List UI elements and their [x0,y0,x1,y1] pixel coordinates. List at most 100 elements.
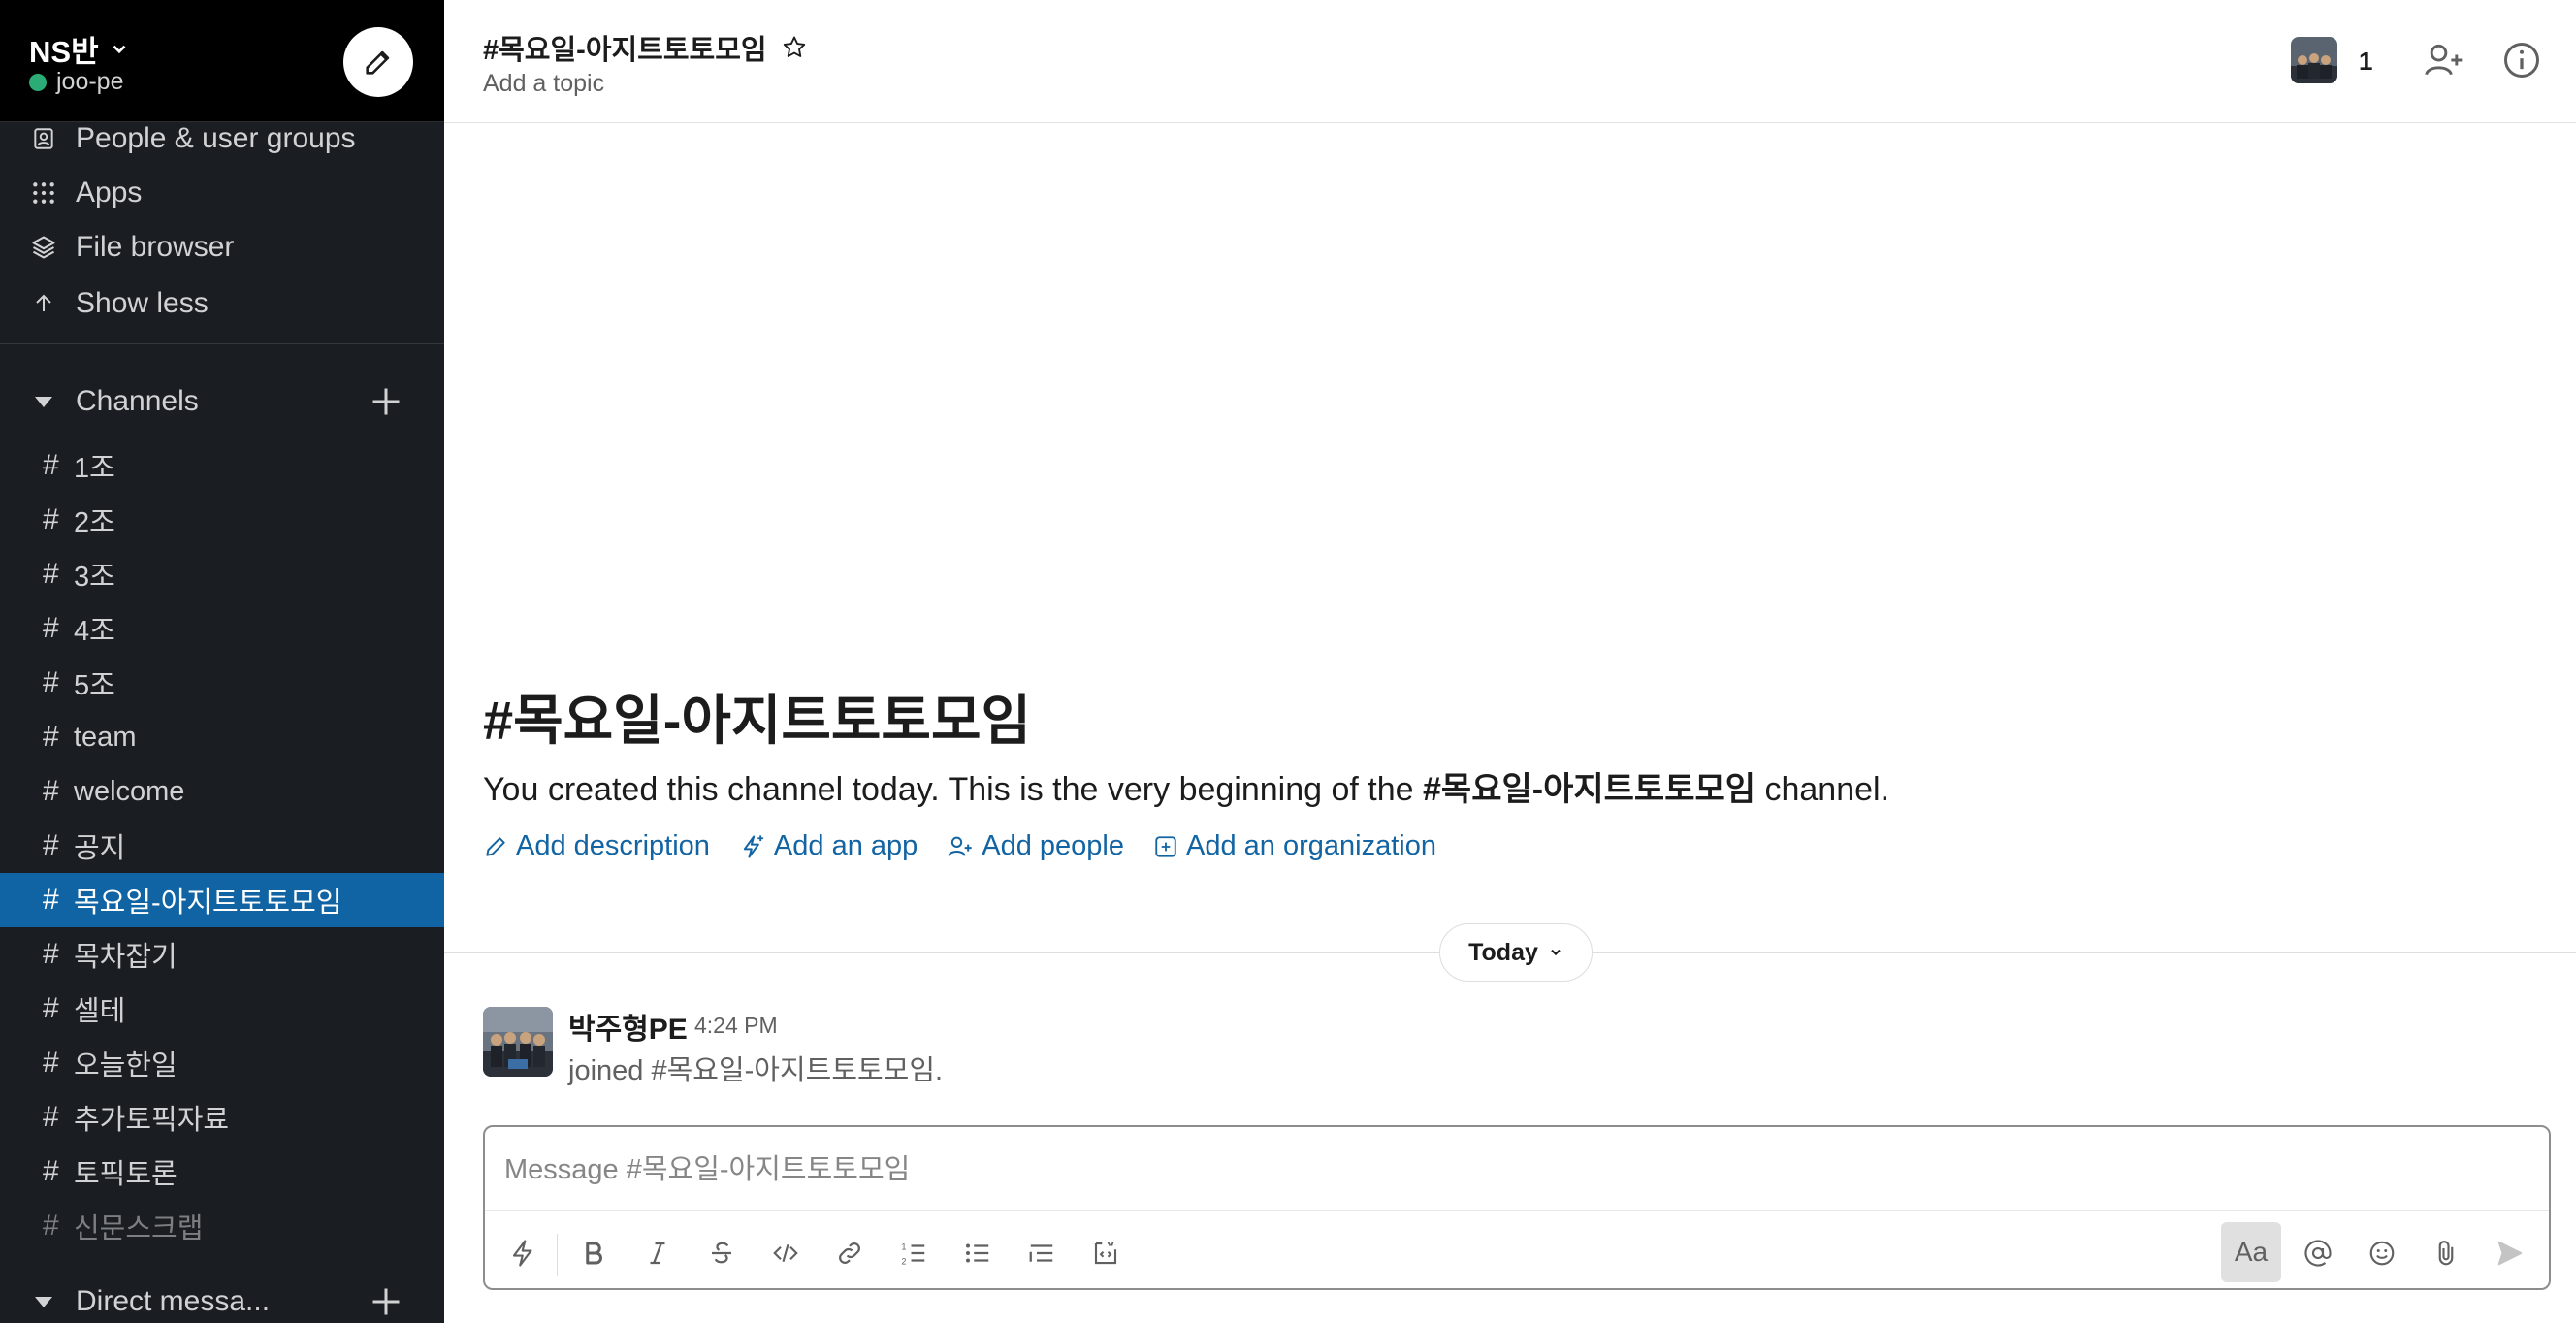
message-avatar[interactable] [483,1007,553,1077]
apps-grid-icon [29,178,58,208]
message-author[interactable]: 박주형PE [568,1005,688,1048]
workspace-name[interactable]: NS반 [29,27,130,71]
add-organization-button[interactable]: Add an organization [1153,830,1436,862]
hash-icon: # [43,884,59,916]
ordered-list-button[interactable]: 12 [888,1228,939,1278]
hash-icon: # [43,938,59,970]
channels-section-label: Channels [76,385,199,417]
sidebar-channel-item[interactable]: # team [0,710,444,764]
hash-icon: # [43,1047,59,1079]
lightning-plus-icon [743,834,763,857]
channel-name: team [74,721,137,753]
pencil-icon [486,836,505,856]
message-body: joined #목요일-아지트토토모임. [568,1055,944,1086]
intro-text-after: channel. [1755,771,1890,808]
emoji-button[interactable] [2357,1228,2407,1278]
sidebar-channel-item[interactable]: #3조 [0,547,444,601]
hash-icon: # [43,558,59,590]
add-people-button[interactable]: Add people [947,830,1124,862]
sidebar-channel-item[interactable]: # 공지 [0,819,444,873]
hash-icon: # [43,1155,59,1187]
sidebar-divider [0,343,444,344]
add-member-icon[interactable] [2423,39,2465,81]
attach-button[interactable] [2421,1228,2471,1278]
hash-icon: # [43,992,59,1024]
channel-name: 추가토픽자료 [74,1105,230,1136]
star-icon[interactable] [781,34,808,61]
sidebar-channel-item[interactable]: # 토픽토론 [0,1145,444,1199]
add-app-button[interactable]: Add an app [739,830,918,862]
date-divider-button[interactable]: Today [1439,923,1593,982]
add-dm-icon[interactable] [369,1284,403,1319]
link-button[interactable] [824,1228,875,1278]
composer-divider [485,1210,2549,1211]
code-block-button[interactable] [1080,1228,1131,1278]
formatting-toggle-button[interactable]: Aa [2221,1222,2281,1282]
hash-icon: # [43,775,59,807]
italic-button[interactable] [632,1228,683,1278]
strikethrough-button[interactable] [696,1228,747,1278]
send-button[interactable] [2485,1228,2535,1278]
sidebar-channel-item[interactable]: # 추가토픽자료 [0,1090,444,1145]
hash-icon: # [43,1210,59,1242]
nav-file-browser-label: File browser [76,231,235,263]
sidebar-channel-item[interactable]: # 셀테 [0,982,444,1036]
add-app-label: Add an app [773,830,918,861]
sidebar-channel-item[interactable]: # 목요일-아지트토토모임 [0,873,444,927]
sidebar-channel-item[interactable]: # 오늘한일 [0,1036,444,1090]
code-button[interactable] [760,1228,811,1278]
blockquote-button[interactable] [1016,1228,1067,1278]
sidebar-channel-item[interactable]: # welcome [0,764,444,819]
hash-icon: # [43,666,59,698]
workspace-header[interactable]: NS반 joo-pe [0,0,444,122]
code-icon [773,1243,798,1263]
bold-icon [586,1242,602,1265]
message-input[interactable] [504,1146,2522,1193]
message-timestamp[interactable]: 4:24 PM [694,1013,778,1039]
dm-section-header[interactable]: Direct messa... [0,1275,444,1323]
nav-apps-label: Apps [76,177,143,209]
info-icon[interactable] [2500,39,2543,81]
nav-apps[interactable]: Apps [0,167,444,219]
emoji-icon [2369,1241,2395,1266]
caret-down-icon [35,396,52,407]
ordered-list-icon: 12 [902,1242,925,1266]
compose-button[interactable] [343,27,413,97]
compose-icon [366,50,390,75]
channels-section-header[interactable]: Channels [0,374,444,429]
add-topic-link[interactable]: Add a topic [483,70,604,98]
sidebar-channel-item[interactable]: #1조 [0,438,444,493]
channel-title[interactable]: #목요일-아지트토토모임 [483,27,808,68]
sidebar-channel-item[interactable]: #5조 [0,656,444,710]
blockquote-icon [1029,1244,1053,1262]
add-organization-label: Add an organization [1186,830,1436,861]
channel-name: 4조 [74,616,115,647]
add-channel-icon[interactable] [369,384,403,419]
channel-name: 5조 [74,670,115,701]
hash-icon: # [43,829,59,861]
sidebar-channel-item[interactable]: #4조 [0,601,444,656]
sidebar-channel-item[interactable]: #2조 [0,493,444,547]
bulleted-list-button[interactable] [952,1228,1003,1278]
channel-name: 2조 [74,507,115,538]
bold-button[interactable] [568,1228,619,1278]
nav-people[interactable]: People & user groups [0,113,444,165]
shortcuts-button[interactable] [499,1228,549,1278]
member-count[interactable]: 1 [2359,47,2372,77]
nav-show-less[interactable]: Show less [0,277,444,330]
sidebar-channel-item[interactable]: # 목차잡기 [0,927,444,982]
mention-button[interactable] [2293,1228,2343,1278]
paperclip-icon [2438,1241,2454,1266]
nav-file-browser[interactable]: File browser [0,221,444,274]
formatting-toggle-label: Aa [2234,1237,2269,1267]
contact-card-icon [29,124,58,153]
active-status-icon [29,73,47,91]
code-block-icon [1094,1242,1117,1265]
add-description-button[interactable]: Add description [483,830,710,862]
channel-name: 1조 [74,453,115,484]
channel-title-label: #목요일-아지트토토모임 [483,35,767,66]
member-avatar[interactable] [2291,37,2337,83]
sidebar-channel-item[interactable]: # 신문스크랩 [0,1199,444,1253]
channel-name: 3조 [74,562,115,593]
at-sign-icon [2304,1240,2332,1267]
